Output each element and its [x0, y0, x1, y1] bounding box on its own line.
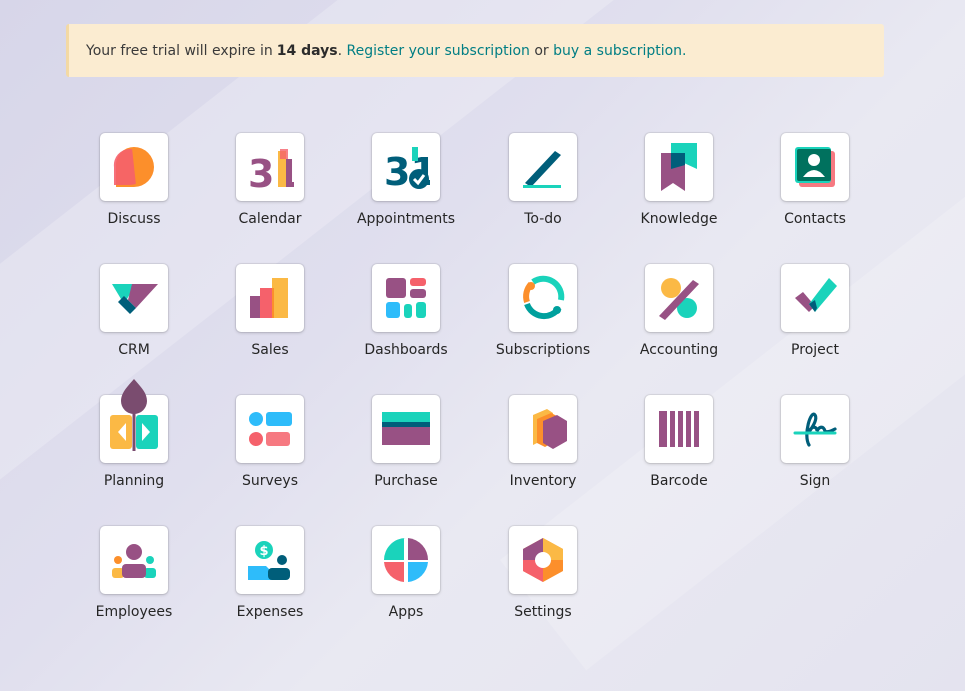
todo-icon	[523, 151, 561, 188]
sales-icon	[250, 278, 288, 318]
app-tile	[236, 264, 304, 332]
project-icon	[795, 278, 837, 312]
app-label: Subscriptions	[495, 342, 591, 358]
app-tile	[100, 133, 168, 201]
app-label: Employees	[95, 604, 173, 620]
app-tile	[509, 526, 577, 594]
trial-banner: Your free trial will expire in 14 days. …	[66, 24, 884, 77]
app-tile	[100, 264, 168, 332]
discuss-icon	[113, 146, 154, 187]
app-settings[interactable]: Settings	[483, 526, 603, 636]
purchase-icon	[382, 412, 430, 445]
app-label: Discuss	[107, 211, 161, 227]
app-label: Planning	[103, 473, 165, 489]
app-label: Apps	[388, 604, 424, 620]
accounting-icon	[659, 278, 699, 320]
app-tile	[372, 395, 440, 463]
app-sign[interactable]: Sign	[755, 395, 875, 505]
app-tile: 31	[372, 133, 440, 201]
app-label: Settings	[514, 604, 572, 620]
expenses-icon: $	[248, 541, 290, 580]
app-label: Barcode	[650, 473, 708, 489]
app-label: Contacts	[784, 211, 846, 227]
app-project[interactable]: Project	[755, 264, 875, 374]
inventory-icon	[533, 409, 567, 449]
apps-icon	[384, 538, 429, 582]
app-tile	[100, 526, 168, 594]
app-tile	[509, 395, 577, 463]
surveys-icon	[249, 412, 292, 446]
app-tile	[372, 526, 440, 594]
appointments-icon: 31	[384, 147, 430, 191]
app-label: Sales	[251, 342, 289, 358]
app-apps[interactable]: Apps	[346, 526, 466, 636]
app-label: Dashboards	[364, 342, 448, 358]
knowledge-icon	[661, 143, 697, 191]
barcode-icon	[659, 411, 699, 447]
app-contacts[interactable]: Contacts	[755, 133, 875, 243]
app-appointments[interactable]: 31 Appointments	[346, 133, 466, 243]
app-crm[interactable]: CRM	[74, 264, 194, 374]
app-calendar[interactable]: 31 Calendar	[210, 133, 330, 243]
app-planning[interactable]: Planning	[74, 379, 194, 505]
settings-icon	[523, 538, 563, 582]
app-label: To-do	[524, 211, 562, 227]
trial-text: Your free trial will expire in	[86, 42, 273, 59]
app-tile	[645, 133, 713, 201]
app-subscriptions[interactable]: Subscriptions	[483, 264, 603, 374]
app-label: Calendar	[238, 211, 302, 227]
app-barcode[interactable]: Barcode	[619, 395, 739, 505]
app-discuss[interactable]: Discuss	[74, 133, 194, 243]
dashboards-icon	[386, 278, 426, 318]
app-accounting[interactable]: Accounting	[619, 264, 739, 374]
contacts-icon	[795, 147, 835, 187]
app-purchase[interactable]: Purchase	[346, 395, 466, 505]
app-tile	[645, 395, 713, 463]
crm-icon	[112, 284, 158, 314]
app-dashboards[interactable]: Dashboards	[346, 264, 466, 374]
calendar-icon: 31	[248, 149, 294, 191]
app-label: Accounting	[639, 342, 719, 358]
app-label: Surveys	[242, 473, 298, 489]
or-text: or	[534, 42, 549, 59]
app-label: CRM	[118, 342, 150, 358]
app-label: Expenses	[236, 604, 304, 620]
subscriptions-icon	[523, 275, 565, 320]
app-tile	[236, 395, 304, 463]
sign-icon	[793, 412, 837, 447]
expenses-dollar-symbol: $	[260, 544, 269, 559]
app-tile: $	[236, 526, 304, 594]
app-label: Appointments	[356, 211, 456, 227]
planning-marker-pin	[121, 379, 147, 451]
app-tile	[781, 395, 849, 463]
employees-icon	[112, 544, 156, 578]
register-subscription-link[interactable]: Register your subscription	[346, 43, 529, 59]
app-inventory[interactable]: Inventory	[483, 395, 603, 505]
app-tile	[781, 264, 849, 332]
app-employees[interactable]: Employees	[74, 526, 194, 636]
app-sales[interactable]: Sales	[210, 264, 330, 374]
app-todo[interactable]: To-do	[483, 133, 603, 243]
app-tile	[509, 133, 577, 201]
app-tile	[781, 133, 849, 201]
app-expenses[interactable]: $ Expenses	[210, 526, 330, 636]
app-label: Purchase	[374, 473, 438, 489]
app-label: Sign	[799, 473, 831, 489]
app-label: Project	[791, 342, 839, 358]
app-label: Knowledge	[640, 211, 718, 227]
app-tile: 31	[236, 133, 304, 201]
app-surveys[interactable]: Surveys	[210, 395, 330, 505]
app-label: Inventory	[509, 473, 577, 489]
app-tile	[645, 264, 713, 332]
trial-days: 14 days	[276, 42, 338, 59]
app-tile	[372, 264, 440, 332]
app-knowledge[interactable]: Knowledge	[619, 133, 739, 243]
buy-subscription-link[interactable]: buy a subscription.	[553, 43, 686, 59]
app-tile	[509, 264, 577, 332]
